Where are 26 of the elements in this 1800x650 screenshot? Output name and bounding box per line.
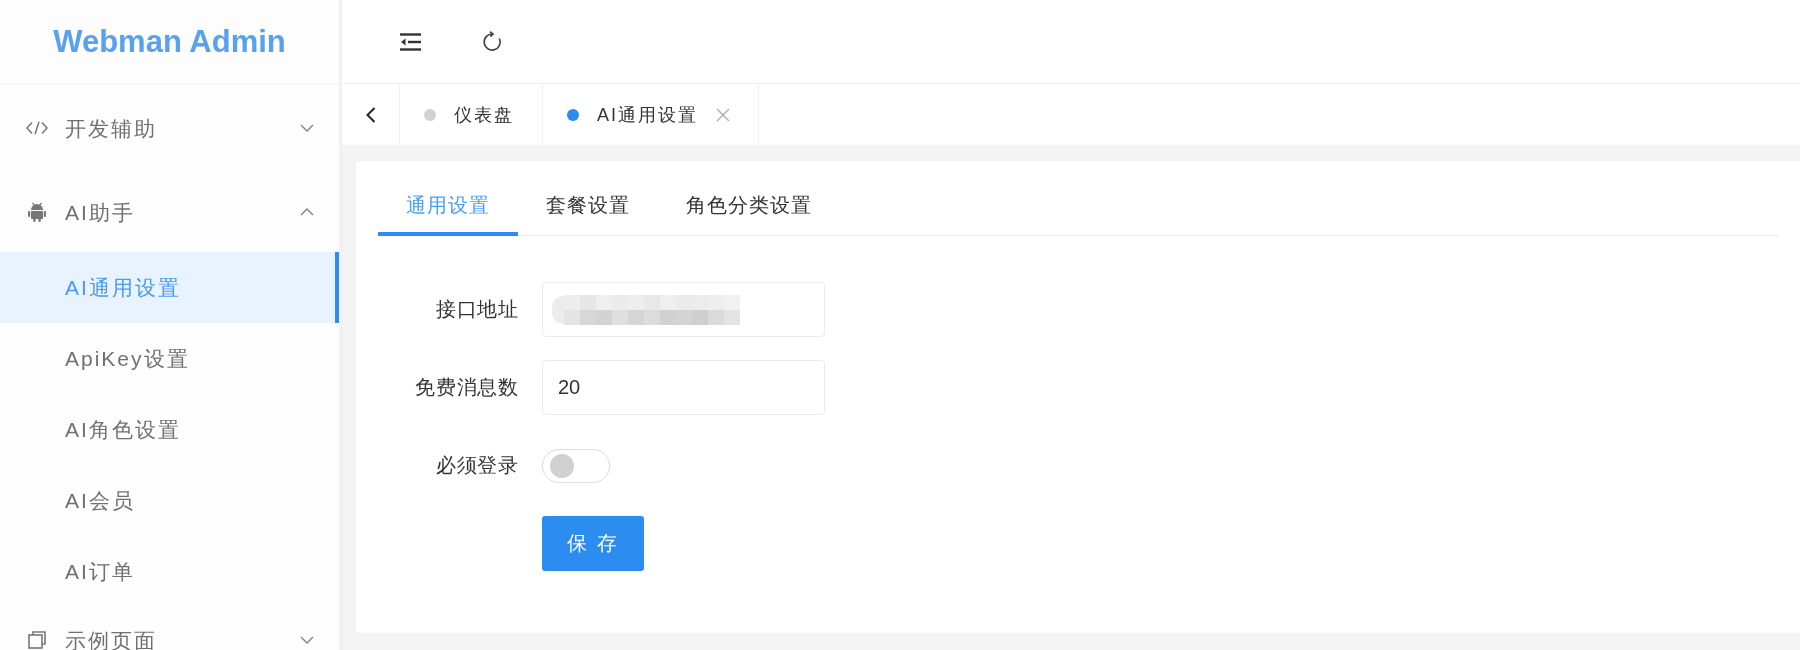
save-button[interactable]: 保 存 [542,516,644,571]
settings-tab[interactable]: 套餐设置 [518,179,658,236]
menu-item[interactable]: AI助手 [0,176,339,248]
android-robot-icon [28,202,46,222]
submenu-item[interactable]: AI通用设置 [0,252,339,323]
code-icon [26,121,48,135]
menu-item[interactable]: 示例页面 [0,604,339,650]
documents-icon [28,631,46,649]
submenu-item[interactable]: AI角色设置 [0,394,339,465]
settings-tab[interactable]: 角色分类设置 [658,179,840,236]
app-logo: Webman Admin [53,23,286,60]
settings-tab[interactable]: 通用设置 [378,179,518,236]
close-icon[interactable] [716,107,730,122]
submenu-item[interactable]: ApiKey设置 [0,323,339,394]
input-field[interactable] [542,282,825,337]
submenu-item[interactable]: AI会员 [0,465,339,536]
submenu-item[interactable]: AI订单 [0,536,339,607]
outdent-icon[interactable] [400,32,421,51]
chevron-left-icon [365,106,376,123]
form-label: 免费消息数 [414,375,519,400]
form-label: 必须登录 [434,453,519,478]
toggle-switch[interactable] [542,448,610,483]
menu-item[interactable]: 开发辅助 [0,92,339,164]
refresh-icon[interactable] [482,31,503,52]
input-field[interactable]: 20 [542,360,825,415]
form-label: 接口地址 [434,297,519,322]
